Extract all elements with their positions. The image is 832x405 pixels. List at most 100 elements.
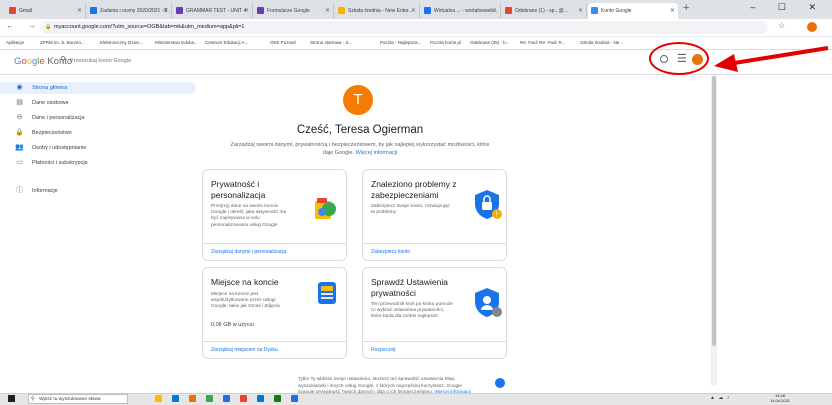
sidebar-item-label: Bezpieczeństwo bbox=[32, 130, 72, 136]
tab-favicon-icon bbox=[9, 7, 16, 14]
browser-profile-avatar[interactable] bbox=[807, 22, 817, 32]
card-action-link[interactable]: Zabezpiecz konto bbox=[363, 243, 506, 260]
close-icon[interactable]: ✕ bbox=[163, 3, 168, 19]
profile-avatar[interactable]: T bbox=[343, 85, 373, 115]
close-icon[interactable]: ✕ bbox=[578, 3, 583, 19]
card-description: Zabezpiecz swoje konto, rozwiązując te p… bbox=[371, 204, 450, 216]
sidebar-item[interactable]: 👥 Osoby i udostępnianie bbox=[0, 142, 200, 154]
new-tab-button[interactable]: + bbox=[683, 2, 689, 14]
sidebar-item-label: Płatności i subskrypcje bbox=[32, 160, 88, 166]
privacy-card[interactable]: Prywatność i personalizacja Przejrzyj da… bbox=[202, 169, 347, 261]
privacy-checkup-card[interactable]: Sprawdź Ustawienia prywatności Ten przew… bbox=[362, 267, 507, 359]
lock-icon: 🔒 bbox=[15, 129, 24, 136]
system-tray-icon[interactable]: ▲ ☁ ♪ bbox=[710, 395, 730, 401]
taskbar-search-placeholder: Wpisz tu wyszukiwane słowa bbox=[39, 397, 101, 402]
sidebar-item-label: Osoby i udostępnianie bbox=[32, 145, 87, 151]
taskbar-app-icon[interactable] bbox=[223, 395, 230, 402]
logo-letter: e bbox=[39, 56, 45, 67]
address-bar[interactable]: 🔒 myaccount.google.com/?utm_source=OGB&t… bbox=[40, 21, 768, 34]
close-icon[interactable]: ✕ bbox=[492, 3, 497, 19]
card-icon: ▭ bbox=[16, 159, 23, 166]
taskbar-app-icon[interactable] bbox=[189, 395, 196, 402]
tab-label: Odebrane (1) - sp...@... bbox=[515, 8, 568, 14]
close-icon[interactable]: ✕ bbox=[670, 3, 675, 19]
scrollbar-thumb[interactable] bbox=[712, 76, 716, 346]
card-action-link[interactable]: Zarządzaj danymi i personalizacją bbox=[203, 243, 346, 260]
tab-label: Wirtualna ... - wortalneweb... bbox=[434, 8, 498, 14]
tab-favicon-icon bbox=[591, 7, 598, 14]
page-subtitle: Zarządzaj swoimi danymi, prywatnością i … bbox=[225, 141, 495, 157]
bookmark-item[interactable]: ZPRM im. S. Borzeo... bbox=[40, 40, 85, 45]
browser-tab[interactable]: Konto Google ✕ bbox=[588, 3, 678, 19]
tab-label: Gmail bbox=[19, 8, 33, 14]
bookmark-item[interactable]: Aplikacje bbox=[6, 40, 24, 45]
annotation-circle bbox=[649, 42, 709, 75]
bookmark-item[interactable]: Szkoła średnia - Ne... bbox=[580, 40, 623, 45]
tab-favicon-icon bbox=[338, 7, 345, 14]
taskbar-app-icon[interactable] bbox=[240, 395, 247, 402]
bookmark-item[interactable]: Centrum Edukacji A... bbox=[205, 40, 248, 45]
bookmark-item[interactable]: Re: Fwd: Re: Fwd: R... bbox=[520, 40, 566, 45]
sidebar-item[interactable]: 🔒 Bezpieczeństwo bbox=[0, 127, 200, 139]
taskbar-app-icon[interactable] bbox=[172, 395, 179, 402]
bookmark-item[interactable]: Poczta home.pl bbox=[430, 40, 461, 45]
card-title: Miejsce na koncie bbox=[211, 277, 279, 287]
bookmark-item[interactable]: Poczta - Najlepsza... bbox=[380, 40, 421, 45]
card-action-link[interactable]: Zarządzaj miejscem na Dysku bbox=[203, 341, 346, 358]
account-shield-icon bbox=[495, 378, 505, 388]
storage-card[interactable]: Miejsce na koncie Miejsce na koncie jest… bbox=[202, 267, 347, 359]
close-icon[interactable]: ✕ bbox=[244, 3, 249, 19]
close-icon[interactable]: ✕ bbox=[325, 3, 330, 19]
browser-tab[interactable]: Zadania i oceny 2020/2021 - 2 ... ✕ bbox=[87, 3, 172, 19]
taskbar-app-icon[interactable] bbox=[291, 395, 298, 402]
tab-favicon-icon bbox=[176, 7, 183, 14]
annotation-arrow bbox=[714, 46, 829, 72]
taskbar-search-input[interactable]: ⚲ Wpisz tu wyszukiwane słowa bbox=[28, 394, 128, 404]
learn-more-link[interactable]: Więcej informacji bbox=[356, 150, 398, 156]
browser-tab[interactable]: Formularze Google ✕ bbox=[254, 3, 334, 19]
card-description: Miejsce na koncie jest współużytkowane p… bbox=[211, 292, 280, 310]
svg-text:!: ! bbox=[496, 212, 498, 219]
bookmark-item[interactable]: Ministerstwo Eduka... bbox=[155, 40, 198, 45]
privacy-shield-icon bbox=[475, 288, 502, 317]
browser-tab[interactable]: GRAMMAR TEST - UNIT 4 ✕ bbox=[173, 3, 253, 19]
tab-label: Zadania i oceny 2020/2021 - 2 ... bbox=[100, 8, 172, 14]
bookmark-item[interactable]: OKE Poznań bbox=[270, 40, 296, 45]
clock-date: 14.04.2021 bbox=[770, 397, 791, 403]
browser-tab[interactable]: Szkoła średnia - New Enter... ✕ bbox=[335, 3, 420, 19]
sidebar-item-label: Dane osobowe bbox=[32, 100, 69, 106]
taskbar-app-icon[interactable] bbox=[206, 395, 213, 402]
bookmark-item[interactable]: Elektroniczny Dzien... bbox=[100, 40, 143, 45]
sidebar-item[interactable]: ⓘ Informacje bbox=[0, 185, 200, 197]
search-input[interactable] bbox=[70, 56, 370, 66]
browser-tab[interactable]: Wirtualna ... - wortalneweb... ✕ bbox=[421, 3, 501, 19]
sidebar-item[interactable]: ⊖ Dane i personalizacja bbox=[0, 112, 200, 124]
bookmark-item[interactable]: Strona startowa - S... bbox=[310, 40, 352, 45]
browser-tab[interactable]: Gmail ✕ bbox=[6, 3, 86, 19]
url-text: myaccount.google.com/?utm_source=OGB&tab… bbox=[54, 24, 245, 30]
star-icon[interactable]: ☆ bbox=[778, 21, 785, 30]
sidebar-item[interactable]: ▭ Płatności i subskrypcje bbox=[0, 157, 200, 169]
close-icon[interactable]: ✕ bbox=[77, 3, 82, 19]
windows-start-icon[interactable] bbox=[8, 395, 15, 402]
sidebar-item[interactable]: ◉ Strona główna bbox=[0, 82, 196, 94]
window-controls[interactable]: – ☐ ✕ bbox=[750, 2, 826, 13]
card-action-link[interactable]: Rozpocznij bbox=[363, 341, 506, 358]
taskbar-app-icon[interactable] bbox=[155, 395, 162, 402]
card-title: Znaleziono problemy z zabezpieczeniami bbox=[371, 179, 457, 200]
bookmark-item[interactable]: Odebrane (35) - b... bbox=[470, 40, 510, 45]
storage-usage: 0,06 GB w użyciu bbox=[211, 322, 254, 328]
card-title: Prywatność i personalizacja bbox=[211, 179, 266, 200]
taskbar-app-icon[interactable] bbox=[257, 395, 264, 402]
tab-label: Formularze Google bbox=[267, 8, 310, 14]
sidebar-item-label: Dane i personalizacja bbox=[32, 115, 85, 121]
tab-label: Konto Google bbox=[601, 8, 632, 14]
browser-tab[interactable]: Odebrane (1) - sp...@... ✕ bbox=[502, 3, 587, 19]
close-icon[interactable]: ✕ bbox=[411, 3, 416, 19]
taskbar-app-icon[interactable] bbox=[274, 395, 281, 402]
taskbar-clock[interactable]: 14:08 14.04.2021 bbox=[770, 393, 791, 403]
sidebar-item[interactable]: ▤ Dane osobowe bbox=[0, 97, 200, 109]
search-icon: ⚲ bbox=[31, 396, 35, 402]
security-card[interactable]: Znaleziono problemy z zabezpieczeniami Z… bbox=[362, 169, 507, 261]
search-icon[interactable]: ⚲ bbox=[60, 55, 66, 64]
